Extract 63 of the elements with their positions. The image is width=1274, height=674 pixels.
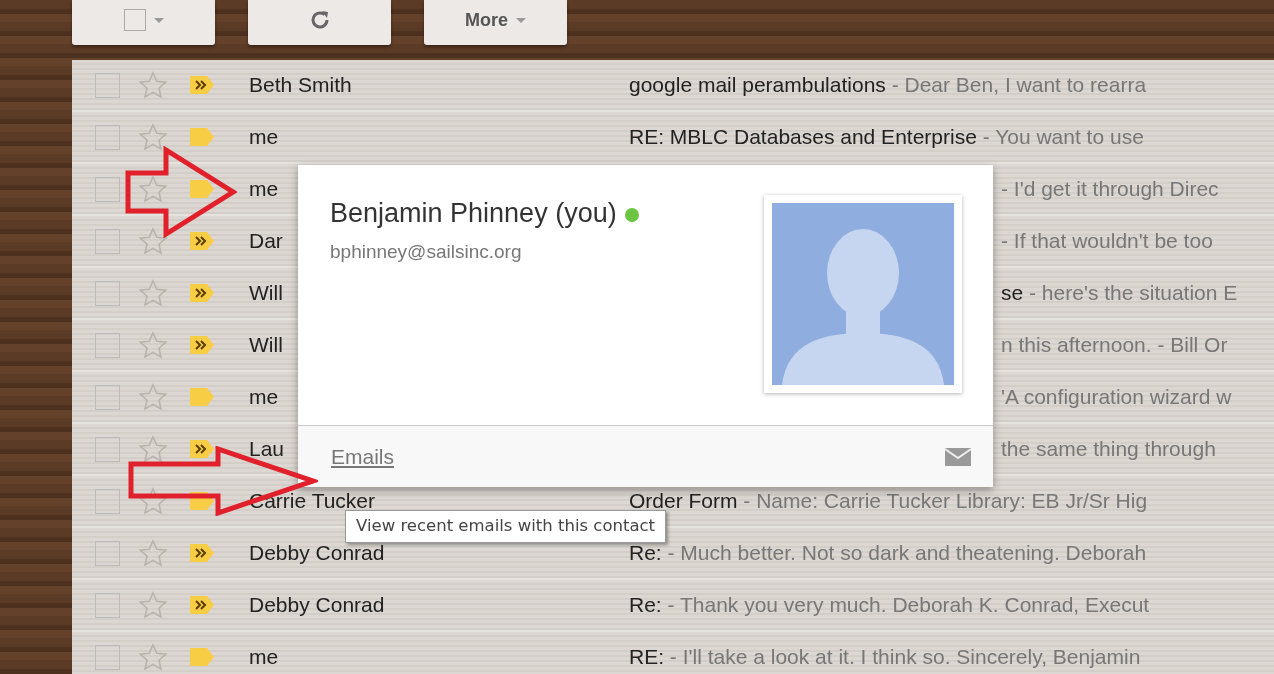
contact-email: bphinney@sailsinc.org	[330, 240, 522, 262]
sender-name: Dar	[249, 229, 283, 253]
star-icon[interactable]	[138, 435, 168, 463]
sender-name: me	[249, 645, 279, 669]
sender-name: Will	[249, 281, 283, 305]
message-preview[interactable]: se - here's the situation E	[1001, 277, 1238, 309]
star-icon[interactable]	[138, 123, 168, 151]
label-marker-icon[interactable]	[188, 126, 216, 148]
star-icon[interactable]	[138, 539, 168, 567]
importance-marker-icon[interactable]	[188, 230, 216, 252]
star-icon[interactable]	[138, 643, 168, 671]
more-button[interactable]: More	[424, 0, 567, 45]
row-checkbox[interactable]	[95, 384, 120, 410]
importance-marker-icon[interactable]	[188, 282, 216, 304]
star-icon[interactable]	[138, 591, 168, 619]
importance-marker-icon[interactable]	[188, 542, 216, 564]
contact-name: Benjamin Phinney (you)	[330, 198, 617, 228]
row-checkbox[interactable]	[95, 488, 120, 514]
row-checkbox[interactable]	[95, 436, 120, 462]
row-checkbox[interactable]	[95, 592, 120, 618]
importance-marker-icon[interactable]	[188, 74, 216, 96]
star-icon[interactable]	[138, 383, 168, 411]
star-icon[interactable]	[138, 331, 168, 359]
sender-name: Debby Conrad	[249, 541, 385, 565]
sender-name: me	[249, 385, 279, 409]
importance-marker-icon[interactable]	[188, 594, 216, 616]
sender-name: me	[249, 125, 279, 149]
label-marker-icon[interactable]	[188, 178, 216, 200]
refresh-button[interactable]	[248, 0, 391, 45]
message-preview[interactable]: google mail perambulations - Dear Ben, I want to rearra	[629, 69, 1147, 101]
select-button[interactable]	[72, 0, 215, 45]
row-checkbox[interactable]	[95, 176, 120, 202]
importance-marker-icon[interactable]	[188, 438, 216, 460]
label-marker-icon[interactable]	[188, 490, 216, 512]
row-checkbox[interactable]	[95, 228, 120, 254]
star-icon[interactable]	[138, 71, 168, 99]
caret-icon	[516, 17, 526, 23]
checkbox-icon	[123, 9, 146, 31]
caret-icon	[153, 17, 164, 23]
message-preview[interactable]: RE: - I'll take a look at it. I think so. Sincerely, Benjamin	[629, 641, 1141, 673]
row-checkbox[interactable]	[95, 540, 120, 566]
mail-icon	[945, 447, 971, 466]
label-marker-icon[interactable]	[188, 386, 216, 408]
star-icon[interactable]	[138, 487, 168, 515]
sender-name: Beth Smith	[249, 73, 352, 97]
star-icon[interactable]	[138, 175, 168, 203]
row-checkbox[interactable]	[95, 332, 120, 358]
sender-name: me	[249, 177, 279, 201]
label-marker-icon[interactable]	[188, 646, 216, 668]
row-checkbox[interactable]	[95, 124, 120, 150]
tooltip: View recent emails with this contact	[345, 510, 667, 543]
sender-name: Debby Conrad	[249, 593, 385, 617]
star-icon[interactable]	[138, 279, 168, 307]
row-checkbox[interactable]	[95, 644, 120, 670]
importance-marker-icon[interactable]	[188, 334, 216, 356]
star-icon[interactable]	[138, 227, 168, 255]
row-checkbox[interactable]	[95, 72, 120, 98]
emails-link[interactable]: Emails	[331, 440, 394, 473]
sender-name: Lau	[249, 437, 285, 461]
message-preview[interactable]: Re: - Thank you very much. Deborah K. Conrad, Execut	[629, 589, 1150, 621]
message-preview[interactable]: RE: MBLC Databases and Enterprise - You want to use	[629, 121, 1144, 153]
row-checkbox[interactable]	[95, 280, 120, 306]
sender-name: Will	[249, 333, 283, 357]
